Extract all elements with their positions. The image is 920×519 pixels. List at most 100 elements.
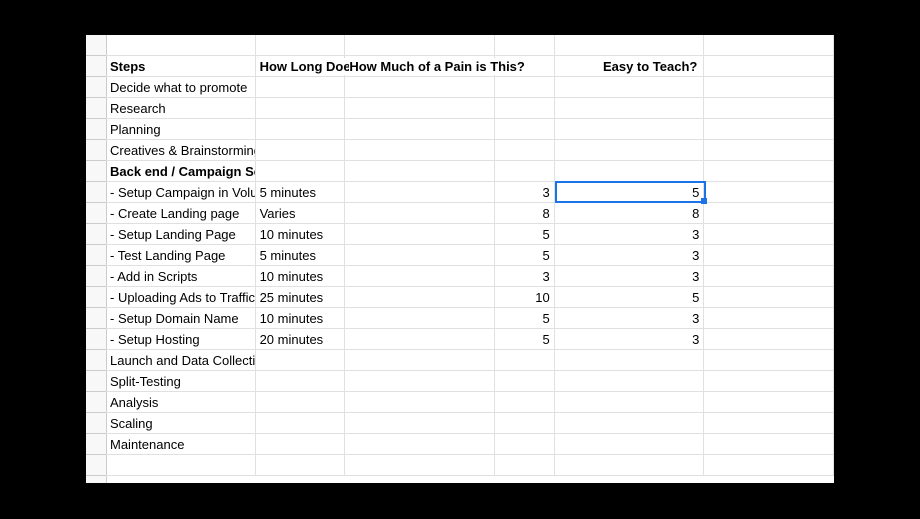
cell-pain[interactable] (495, 119, 555, 139)
row-header[interactable] (86, 77, 106, 98)
header-how-long[interactable]: How Long Does the Task Take (256, 56, 346, 76)
cell[interactable] (704, 266, 834, 286)
cell-time[interactable]: 10 minutes (256, 308, 346, 328)
cell-pain[interactable] (495, 371, 555, 391)
cell[interactable] (345, 182, 495, 202)
cell-pain[interactable]: 5 (495, 308, 555, 328)
cell-step[interactable]: - Test Landing Page (106, 245, 256, 265)
cell-step[interactable]: - Create Landing page (106, 203, 256, 223)
cell-time[interactable] (256, 140, 346, 160)
cell-time[interactable]: 25 minutes (256, 287, 346, 307)
cell-time[interactable] (256, 350, 346, 370)
cell-step[interactable]: - Setup Domain Name (106, 308, 256, 328)
cell[interactable] (256, 35, 346, 55)
cell[interactable] (704, 350, 834, 370)
cell-pain[interactable] (495, 392, 555, 412)
cell-teach[interactable]: 8 (555, 203, 705, 223)
cell-pain[interactable] (495, 140, 555, 160)
cell[interactable] (704, 203, 834, 223)
cell-teach[interactable]: 5 (555, 287, 705, 307)
cell[interactable] (256, 455, 346, 475)
row-header[interactable] (86, 434, 106, 455)
cell-teach[interactable] (555, 119, 705, 139)
row-header[interactable] (86, 413, 106, 434)
cell-step[interactable]: - Setup Hosting (106, 329, 256, 349)
cell[interactable] (704, 224, 834, 244)
cell-step[interactable]: - Setup Campaign in Voluum (106, 182, 256, 202)
cell-teach[interactable] (555, 350, 705, 370)
cell[interactable] (345, 203, 495, 223)
cell[interactable] (704, 56, 834, 76)
row-header[interactable] (86, 266, 106, 287)
cell-teach[interactable]: 3 (555, 329, 705, 349)
cell-pain[interactable] (495, 161, 555, 181)
row-header[interactable] (86, 329, 106, 350)
row-header[interactable] (86, 203, 106, 224)
cell[interactable] (106, 35, 256, 55)
cell-teach[interactable] (555, 98, 705, 118)
cell-pain[interactable]: 3 (495, 266, 555, 286)
cell[interactable] (704, 245, 834, 265)
cell[interactable] (704, 329, 834, 349)
cell[interactable] (555, 455, 705, 475)
cell-step[interactable]: Split-Testing (106, 371, 256, 391)
cell[interactable] (704, 434, 834, 454)
header-teach[interactable]: Easy to Teach? (555, 56, 705, 76)
row-header[interactable] (86, 245, 106, 266)
cell-time[interactable] (256, 77, 346, 97)
cell-pain[interactable]: 5 (495, 329, 555, 349)
cell[interactable] (345, 350, 495, 370)
cell[interactable] (495, 35, 555, 55)
cell-teach[interactable] (555, 140, 705, 160)
cell[interactable] (345, 287, 495, 307)
header-pain[interactable]: How Much of a Pain is This? (345, 56, 495, 76)
cell-teach[interactable] (555, 77, 705, 97)
cell[interactable] (106, 455, 256, 475)
row-header[interactable] (86, 161, 106, 182)
cell-time[interactable]: 10 minutes (256, 224, 346, 244)
cell-pain[interactable] (495, 434, 555, 454)
cell[interactable] (704, 35, 834, 55)
cell-step[interactable]: Launch and Data Collection (106, 350, 256, 370)
cell-time[interactable]: 20 minutes (256, 329, 346, 349)
cell[interactable] (704, 287, 834, 307)
header-steps[interactable]: Steps (106, 56, 256, 76)
row-header[interactable] (86, 56, 106, 77)
cell[interactable] (704, 98, 834, 118)
cell-teach[interactable] (555, 413, 705, 433)
cell[interactable] (704, 77, 834, 97)
cell-step[interactable]: Research (106, 98, 256, 118)
cell-teach[interactable] (555, 371, 705, 391)
row-header[interactable] (86, 350, 106, 371)
cell[interactable] (345, 224, 495, 244)
cell[interactable] (704, 413, 834, 433)
cell-pain[interactable] (495, 98, 555, 118)
cell-step[interactable]: Back end / Campaign Setup (106, 161, 256, 181)
cell[interactable] (345, 308, 495, 328)
cell-time[interactable]: 5 minutes (256, 245, 346, 265)
cell[interactable] (704, 161, 834, 181)
cell[interactable] (704, 392, 834, 412)
cell-time[interactable] (256, 434, 346, 454)
cell-teach[interactable] (555, 434, 705, 454)
cell-pain[interactable]: 3 (495, 182, 555, 202)
cell-teach[interactable]: 3 (555, 308, 705, 328)
cell[interactable] (345, 392, 495, 412)
cell-pain[interactable] (495, 350, 555, 370)
cell-pain[interactable] (495, 413, 555, 433)
cell-time[interactable] (256, 119, 346, 139)
cell-time[interactable] (256, 392, 346, 412)
cell[interactable] (345, 434, 495, 454)
cell-step[interactable]: - Uploading Ads to Traffic Source (106, 287, 256, 307)
row-header[interactable] (86, 392, 106, 413)
cell[interactable] (345, 77, 495, 97)
cell[interactable] (495, 455, 555, 475)
cell-step[interactable]: - Add in Scripts (106, 266, 256, 286)
cell-step[interactable]: Scaling (106, 413, 256, 433)
row-header[interactable] (86, 98, 106, 119)
row-header[interactable] (86, 455, 106, 476)
cell[interactable] (704, 455, 834, 475)
cell-time[interactable] (256, 161, 346, 181)
cell[interactable] (345, 140, 495, 160)
cell-step[interactable]: - Setup Landing Page (106, 224, 256, 244)
